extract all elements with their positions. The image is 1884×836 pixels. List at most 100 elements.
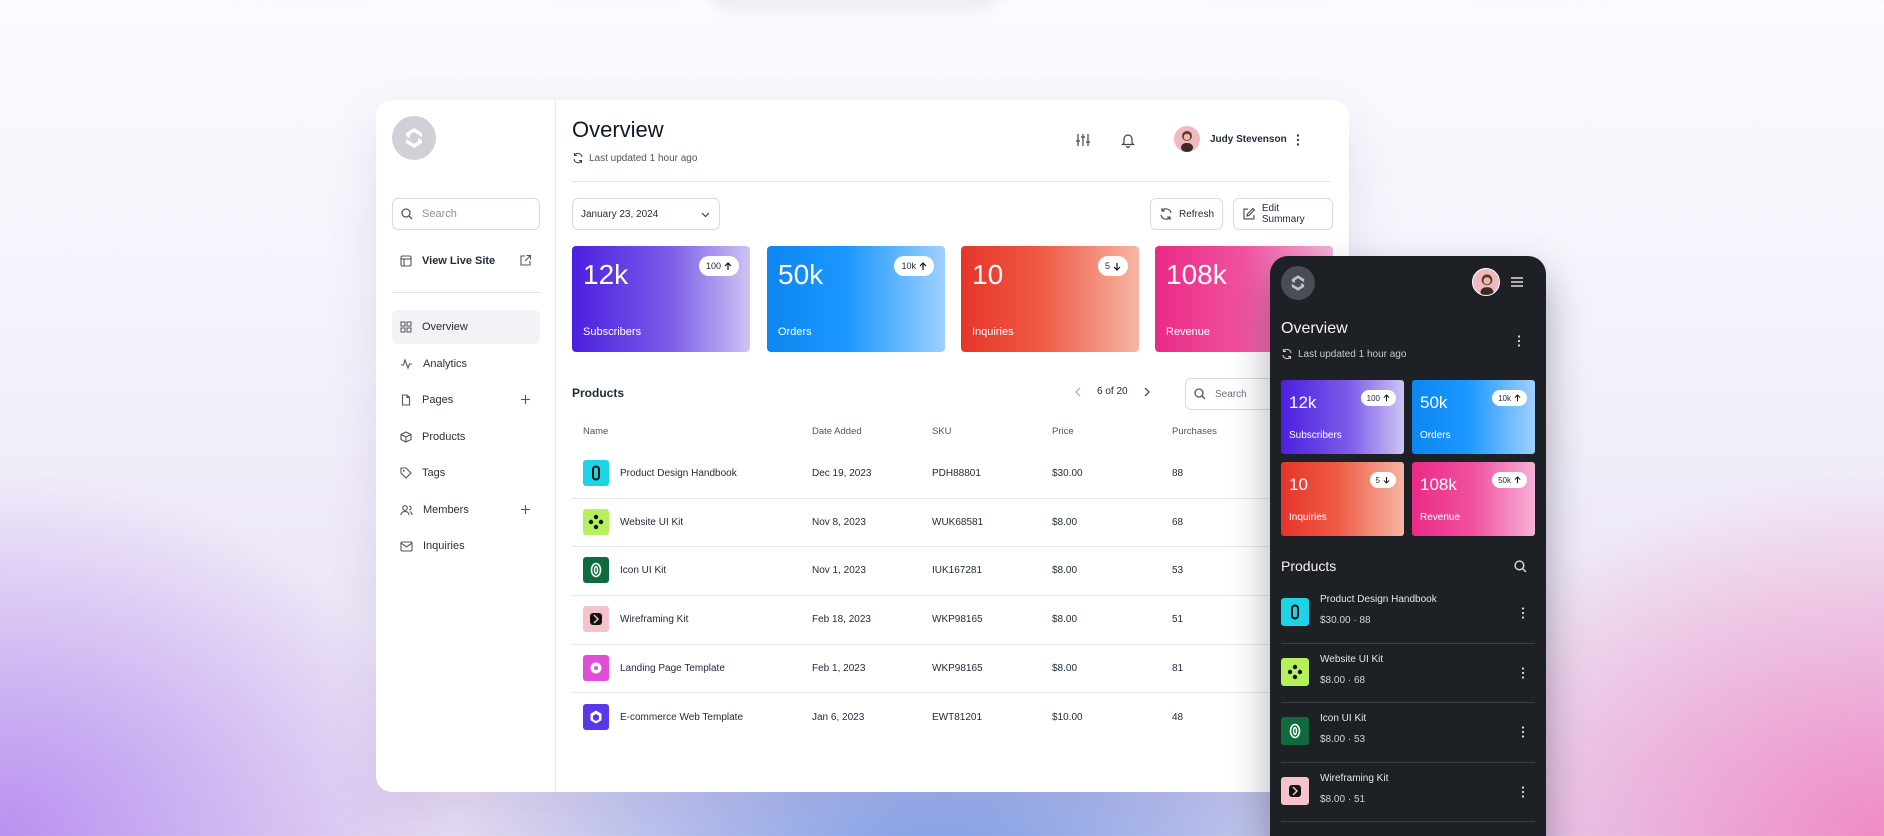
- view-live-site-link[interactable]: View Live Site: [392, 246, 540, 276]
- add-member-icon[interactable]: [520, 504, 531, 515]
- edit-icon: [1243, 207, 1256, 220]
- mobile-list-item[interactable]: Wireframing Kit $8.00 · 51: [1281, 763, 1535, 822]
- stat-card-inquiries[interactable]: 10 5 Inquiries: [961, 246, 1139, 352]
- stat-value: 10: [1289, 475, 1308, 494]
- more-vertical-icon[interactable]: [1518, 666, 1528, 680]
- grid-icon: [400, 321, 412, 333]
- product-thumbnail: [583, 703, 609, 730]
- stat-value: 108k: [1420, 475, 1457, 494]
- column-header-date[interactable]: Date Added: [812, 426, 862, 437]
- user-name: Judy Stevenson: [1210, 133, 1287, 145]
- sidebar-item-label: Tags: [422, 467, 446, 479]
- stat-card-subscribers[interactable]: 12k 100 Subscribers: [572, 246, 750, 352]
- search-icon[interactable]: [1514, 560, 1527, 573]
- product-purchases: 53: [1172, 565, 1184, 577]
- avatar[interactable]: [1472, 268, 1500, 296]
- arrow-up-icon: [919, 261, 927, 270]
- date-select-value: January 23, 2024: [581, 208, 659, 220]
- product-meta: $8.00 · 53: [1320, 734, 1365, 745]
- bell-icon[interactable]: [1120, 132, 1136, 148]
- table-row[interactable]: Landing Page Template Feb 1, 2023 WKP981…: [572, 645, 1331, 694]
- sidebar-item-products[interactable]: Products: [392, 420, 540, 454]
- more-vertical-icon[interactable]: [1518, 606, 1528, 620]
- mobile-list-item[interactable]: Product Design Handbook $30.00 · 88: [1281, 584, 1535, 644]
- product-purchases: 81: [1172, 662, 1184, 674]
- external-link-icon: [520, 254, 532, 266]
- sidebar-item-analytics[interactable]: Analytics: [392, 347, 540, 381]
- stat-badge-value: 5: [1104, 261, 1110, 271]
- spark-icon: [590, 613, 602, 626]
- pager-text: 6 of 20: [1097, 386, 1128, 397]
- mobile-list-item[interactable]: Website UI Kit $8.00 · 68: [1281, 644, 1535, 703]
- sidebar-item-overview[interactable]: Overview: [392, 310, 540, 344]
- table-row[interactable]: Icon UI Kit Nov 1, 2023 IUK167281 $8.00 …: [572, 547, 1331, 597]
- mobile-list-item[interactable]: Icon UI Kit $8.00 · 53: [1281, 703, 1535, 763]
- sidebar-item-inquiries[interactable]: Inquiries: [392, 529, 540, 563]
- sidebar-item-label: Overview: [422, 321, 468, 333]
- product-name: E-commerce Web Template: [620, 711, 744, 723]
- product-meta: $30.00 · 88: [1320, 615, 1371, 626]
- refresh-small-icon: [573, 152, 583, 164]
- stat-badge: 5: [1097, 256, 1128, 276]
- stat-badge: 100: [1360, 390, 1396, 406]
- product-name: Wireframing Kit: [620, 614, 689, 626]
- user-menu[interactable]: Judy Stevenson: [1174, 126, 1287, 152]
- sidebar-search-input[interactable]: Search: [392, 198, 540, 230]
- sidebar-nav: Overview Analytics Pages Products Tags M…: [392, 310, 540, 566]
- more-vertical-icon[interactable]: [1518, 785, 1528, 799]
- table-row[interactable]: Website UI Kit Nov 8, 2023 WUK68581 $8.0…: [572, 499, 1331, 548]
- stat-badge: 5: [1369, 472, 1396, 488]
- table-row[interactable]: E-commerce Web Template Jan 6, 2023 EWT8…: [572, 694, 1331, 743]
- product-sku: EWT81201: [932, 711, 983, 723]
- mobile-stat-card-inquiries[interactable]: 10 5 Inquiries: [1281, 462, 1404, 536]
- link-shape-icon: [1291, 604, 1299, 620]
- sidebar-item-label: Pages: [422, 394, 454, 406]
- stat-card-orders[interactable]: 50k 10k Orders: [767, 246, 945, 352]
- mobile-stat-card-subscribers[interactable]: 12k 100 Subscribers: [1281, 380, 1404, 454]
- sliders-icon[interactable]: [1075, 132, 1091, 148]
- column-header-sku[interactable]: SKU: [932, 426, 952, 437]
- app-logo[interactable]: [392, 116, 436, 160]
- product-count: 53: [1353, 734, 1366, 745]
- column-header-name[interactable]: Name: [583, 426, 608, 437]
- date-select[interactable]: January 23, 2024: [572, 198, 720, 230]
- more-vertical-icon[interactable]: [1290, 132, 1306, 148]
- mobile-stat-card-revenue[interactable]: 108k 50k Revenue: [1412, 462, 1535, 536]
- sidebar-item-pages[interactable]: Pages: [392, 383, 540, 417]
- column-header-purchases[interactable]: Purchases: [1172, 426, 1217, 437]
- stat-label: Subscribers: [583, 326, 642, 338]
- product-date: Dec 19, 2023: [812, 468, 872, 479]
- product-count: 68: [1353, 674, 1366, 686]
- chevron-down-icon: [701, 212, 710, 218]
- product-thumbnail: [583, 460, 609, 486]
- refresh-icon: [1160, 208, 1172, 220]
- desktop-dashboard: Search View Live Site Overview Analytics…: [376, 100, 1349, 792]
- product-thumbnail: [1281, 717, 1309, 745]
- sidebar-item-tags[interactable]: Tags: [392, 456, 540, 490]
- chevron-left-icon[interactable]: [1074, 387, 1083, 397]
- product-name: Icon UI Kit: [620, 565, 667, 577]
- product-date: Jan 6, 2023: [812, 711, 865, 723]
- chevron-right-icon[interactable]: [1142, 387, 1151, 397]
- product-price: $30.00: [1052, 468, 1083, 479]
- edit-summary-button[interactable]: Edit Summary: [1233, 198, 1333, 230]
- column-header-price[interactable]: Price: [1052, 426, 1074, 437]
- more-vertical-icon[interactable]: [1514, 334, 1524, 348]
- refresh-button[interactable]: Refresh: [1150, 198, 1223, 230]
- sidebar-item-members[interactable]: Members: [392, 493, 540, 527]
- table-row[interactable]: Wireframing Kit Feb 18, 2023 WKP98165 $8…: [572, 596, 1331, 645]
- sidebar-item-label: Products: [422, 430, 466, 443]
- pagination: 6 of 20: [1074, 386, 1151, 397]
- table-row[interactable]: Product Design Handbook Dec 19, 2023 PDH…: [572, 450, 1331, 499]
- mobile-stat-card-orders[interactable]: 50k 10k Orders: [1412, 380, 1535, 454]
- stat-label: Orders: [778, 326, 812, 338]
- mobile-app-logo[interactable]: [1281, 266, 1315, 300]
- hamburger-menu-icon[interactable]: [1510, 276, 1524, 288]
- product-price: $30.00: [1320, 615, 1351, 626]
- more-vertical-icon[interactable]: [1518, 725, 1528, 739]
- products-search-placeholder: Search: [1215, 388, 1247, 400]
- sidebar-search-placeholder: Search: [422, 208, 457, 220]
- logo-icon: [1291, 275, 1305, 291]
- product-meta: $8.00 · 68: [1320, 675, 1365, 686]
- add-page-icon[interactable]: [520, 394, 531, 405]
